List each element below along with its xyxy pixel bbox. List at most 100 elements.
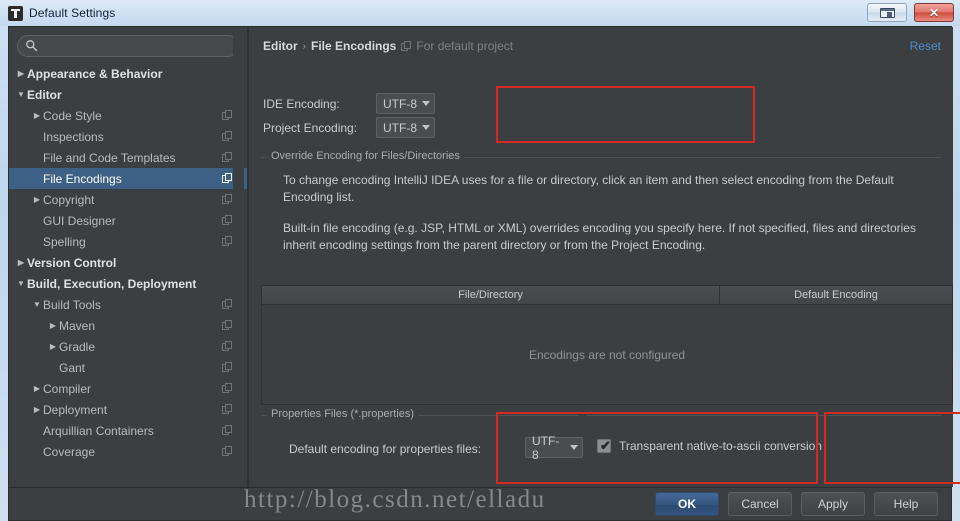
copy-icon [222, 110, 233, 121]
encodings-table-empty-message: Encodings are not configured [262, 305, 952, 404]
chevron-right-icon[interactable]: ▶ [31, 195, 43, 204]
chevron-down-icon [422, 101, 430, 106]
breadcrumb-parent[interactable]: Editor [263, 39, 298, 53]
chevron-right-icon[interactable]: ▶ [47, 321, 59, 330]
sidebar-item-file-encodings[interactable]: ▶File Encodings [9, 168, 247, 189]
window-title: Default Settings [29, 6, 116, 20]
chevron-right-icon[interactable]: ▶ [47, 342, 59, 351]
search-field-wrapper [17, 35, 239, 57]
sidebar-item-label: Maven [59, 318, 96, 333]
ide-encoding-label: IDE Encoding: [263, 97, 340, 111]
properties-encoding-label: Default encoding for properties files: [289, 442, 482, 456]
sidebar-item-label: Editor [27, 87, 62, 102]
sidebar-item-gant[interactable]: ▶Gant [9, 357, 247, 378]
properties-encoding-value: UTF-8 [532, 433, 560, 462]
chevron-right-icon[interactable]: ▶ [31, 384, 43, 393]
properties-files-legend: Properties Files (*.properties) [267, 408, 419, 420]
help-button[interactable]: Help [874, 492, 938, 516]
breadcrumb: Editor › File Encodings For default proj… [263, 39, 513, 53]
native-to-ascii-checkbox-row[interactable]: ✔ Transparent native-to-ascii conversion [597, 439, 822, 453]
sidebar-item-label: Appearance & Behavior [27, 66, 163, 81]
copy-icon [222, 215, 233, 226]
chevron-down-icon[interactable]: ▼ [15, 90, 27, 99]
settings-dialog-window: Default Settings ✕ ▶ Appearance & Behavio… [0, 0, 960, 521]
chevron-right-icon[interactable]: ▶ [31, 405, 43, 414]
window-controls: ✕ [867, 3, 954, 22]
sidebar-item-label: File Encodings [43, 171, 122, 186]
copy-icon [222, 425, 233, 436]
sidebar-item-version-control[interactable]: ▶ Version Control [9, 252, 247, 273]
settings-sidebar: ▶ Appearance & Behavior ▼ Editor ▶ Code Style… [9, 27, 467, 487]
column-header-file-directory[interactable]: File/Directory [262, 286, 720, 305]
sidebar-item-gradle[interactable]: ▶ Gradle [9, 336, 247, 357]
sidebar-item-deployment[interactable]: ▶ Deployment [9, 399, 247, 420]
close-window-button[interactable]: ✕ [914, 3, 954, 22]
sidebar-item-label: Gradle [59, 339, 96, 354]
sidebar-item-gui-designer[interactable]: ▶GUI Designer [9, 210, 247, 231]
restore-window-icon [879, 7, 895, 18]
project-encoding-label: Project Encoding: [263, 121, 358, 135]
sidebar-item-maven[interactable]: ▶ Maven [9, 315, 247, 336]
settings-detail-pane: Editor › File Encodings For default proj… [249, 27, 960, 487]
encodings-table-header: File/Directory Default Encoding [262, 286, 952, 305]
reset-link[interactable]: Reset [910, 39, 941, 53]
sidebar-item-code-style[interactable]: ▶ Code Style [9, 105, 247, 126]
sidebar-item-label: Build Tools [43, 297, 101, 312]
project-encoding-dropdown[interactable]: UTF-8 [376, 117, 435, 138]
native-to-ascii-checkbox[interactable]: ✔ [597, 439, 611, 453]
sidebar-item-copyright[interactable]: ▶ Copyright [9, 189, 247, 210]
sidebar-item-spelling[interactable]: ▶Spelling [9, 231, 247, 252]
chevron-right-icon[interactable]: ▶ [15, 258, 27, 267]
close-icon: ✕ [928, 5, 940, 20]
search-input[interactable] [17, 35, 239, 57]
override-encoding-group: Override Encoding for Files/Directories … [261, 150, 941, 269]
sidebar-item-editor[interactable]: ▼ Editor [9, 84, 247, 105]
sidebar-item-label: Coverage [43, 444, 96, 459]
sidebar-item-compiler[interactable]: ▶ Compiler [9, 378, 247, 399]
copy-icon [222, 404, 233, 415]
sidebar-item-arquillian-containers[interactable]: ▶Arquillian Containers [9, 420, 247, 441]
sidebar-item-build-execution-deployment[interactable]: ▼ Build, Execution, Deployment [9, 273, 247, 294]
chevron-down-icon [422, 125, 430, 130]
column-header-default-encoding[interactable]: Default Encoding [720, 286, 952, 305]
sidebar-item-label: Inspections [43, 129, 104, 144]
ide-encoding-dropdown[interactable]: UTF-8 [376, 93, 435, 114]
sidebar-item-coverage[interactable]: ▶Coverage [9, 441, 247, 462]
restore-window-button[interactable] [867, 3, 907, 22]
copy-icon [222, 236, 233, 247]
dialog-body: ▶ Appearance & Behavior ▼ Editor ▶ Code Style… [8, 26, 960, 488]
copy-icon [222, 362, 233, 373]
copy-icon [401, 40, 412, 52]
settings-tree[interactable]: ▶ Appearance & Behavior ▼ Editor ▶ Code Style… [9, 63, 247, 483]
sidebar-item-label: Gant [59, 360, 86, 375]
encodings-table: File/Directory Default Encoding Encoding… [261, 285, 953, 405]
copy-icon [222, 341, 233, 352]
sidebar-item-label: GUI Designer [43, 213, 116, 228]
breadcrumb-scope-label: For default project [416, 39, 514, 53]
copy-icon [222, 299, 233, 310]
sidebar-scrollbar-track[interactable] [233, 27, 467, 447]
sidebar-item-appearance-behavior[interactable]: ▶ Appearance & Behavior [9, 63, 247, 84]
chevron-right-icon[interactable]: ▶ [31, 111, 43, 120]
copy-icon [222, 194, 233, 205]
annotation-box-encodings [496, 86, 755, 143]
sidebar-item-label: Arquillian Containers [43, 423, 154, 438]
chevron-down-icon[interactable]: ▼ [31, 300, 43, 309]
properties-files-group: Properties Files (*.properties) Default … [261, 408, 583, 477]
chevron-right-icon[interactable]: ▶ [15, 69, 27, 78]
chevron-down-icon[interactable]: ▼ [15, 279, 27, 288]
sidebar-item-file-and-code-templates[interactable]: ▶File and Code Templates [9, 147, 247, 168]
dialog-button-bar: OK Cancel Apply Help [8, 488, 952, 521]
sidebar-item-label: Deployment [43, 402, 108, 417]
sidebar-item-build-tools[interactable]: ▼ Build Tools [9, 294, 247, 315]
breadcrumb-scope-note: For default project [401, 39, 513, 53]
window-titlebar: Default Settings ✕ [0, 0, 960, 26]
ok-button[interactable]: OK [655, 492, 719, 516]
override-paragraph-1: To change encoding IntelliJ IDEA uses fo… [283, 173, 894, 204]
sidebar-item-label: Version Control [27, 255, 117, 270]
sidebar-item-inspections[interactable]: ▶Inspections [9, 126, 247, 147]
copy-icon [222, 446, 233, 457]
properties-encoding-dropdown[interactable]: UTF-8 [525, 434, 583, 462]
cancel-button[interactable]: Cancel [728, 492, 792, 516]
apply-button[interactable]: Apply [801, 492, 865, 516]
